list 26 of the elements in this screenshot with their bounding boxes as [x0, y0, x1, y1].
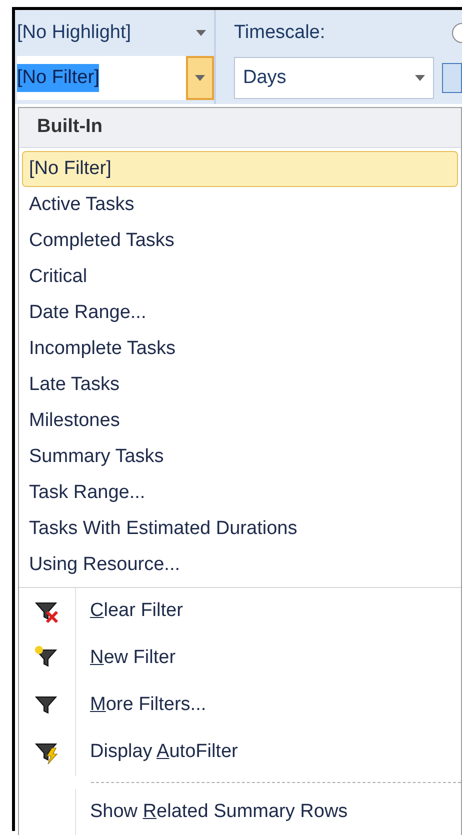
filter-item[interactable]: Milestones — [22, 403, 458, 439]
filter-item[interactable]: Completed Tasks — [22, 223, 458, 259]
command-item[interactable]: Display AutoFilter — [76, 738, 238, 767]
filter-item[interactable]: [No Filter] — [22, 151, 458, 187]
filter-item[interactable]: Date Range... — [22, 295, 458, 331]
filter-item[interactable]: Tasks With Estimated Durations — [22, 511, 458, 547]
filter-item[interactable]: Using Resource... — [22, 547, 458, 583]
command-item[interactable]: Show Related Summary Rows — [76, 798, 348, 827]
filter-item[interactable]: Active Tasks — [22, 187, 458, 223]
highlight-dropdown[interactable]: [No Highlight] — [15, 10, 214, 56]
menu-header: Built-In — [19, 108, 461, 148]
caret-icon — [196, 30, 206, 36]
filter-dropdown[interactable]: [No Filter] — [17, 56, 214, 100]
filter-item[interactable]: Incomplete Tasks — [22, 331, 458, 367]
dropdown-arrow-button[interactable] — [186, 56, 214, 100]
command-item[interactable]: New Filter — [76, 644, 176, 673]
timescale-dropdown[interactable]: Days — [234, 57, 434, 99]
caret-icon — [195, 75, 205, 81]
command-item[interactable]: More Filters... — [76, 691, 206, 720]
filter-item[interactable]: Critical — [22, 259, 458, 295]
filter-item[interactable]: Late Tasks — [22, 367, 458, 403]
caret-icon — [415, 75, 425, 81]
timescale-label: Timescale: — [234, 20, 326, 45]
filter-item[interactable]: Summary Tasks — [22, 439, 458, 475]
command-item[interactable]: Clear Filter — [76, 597, 183, 626]
filter-item[interactable]: Task Range... — [22, 475, 458, 511]
